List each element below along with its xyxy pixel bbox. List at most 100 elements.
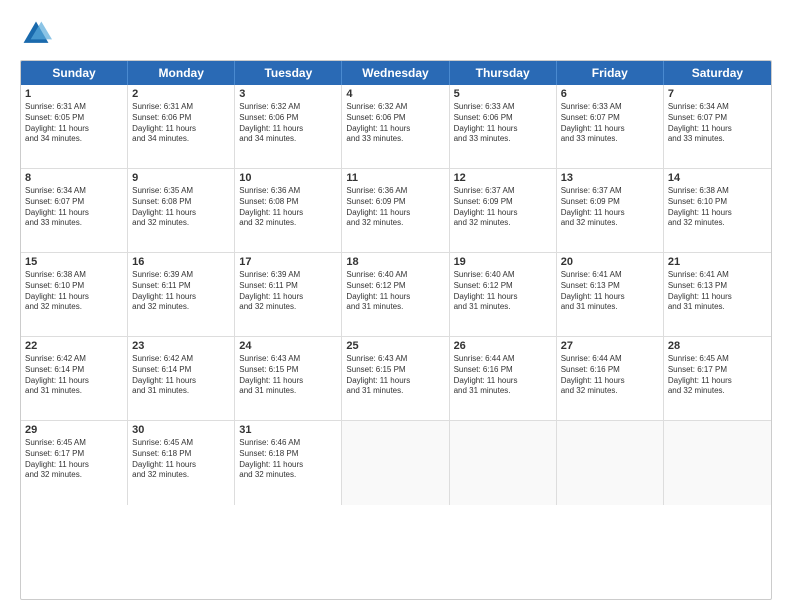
logo-icon (20, 18, 52, 50)
day-cell-13: 13Sunrise: 6:37 AMSunset: 6:09 PMDayligh… (557, 169, 664, 252)
day-number: 28 (668, 340, 767, 352)
day-number: 18 (346, 256, 444, 268)
day-info: Sunrise: 6:42 AMSunset: 6:14 PMDaylight:… (132, 354, 230, 397)
day-info: Sunrise: 6:39 AMSunset: 6:11 PMDaylight:… (132, 270, 230, 313)
day-info: Sunrise: 6:37 AMSunset: 6:09 PMDaylight:… (454, 186, 552, 229)
weekday-header-thursday: Thursday (450, 61, 557, 85)
day-info: Sunrise: 6:43 AMSunset: 6:15 PMDaylight:… (346, 354, 444, 397)
day-cell-20: 20 Sunrise: 6:41 AMSunset: 6:13 PMDayligh… (557, 253, 664, 336)
day-cell-11: 11Sunrise: 6:36 AMSunset: 6:09 PMDayligh… (342, 169, 449, 252)
day-cell-7: 7 Sunrise: 6:34 AMSunset: 6:07 PMDaylight… (664, 85, 771, 168)
calendar-row-1: 1Sunrise: 6:31 AMSunset: 6:05 PMDaylight… (21, 85, 771, 169)
day-number: 24 (239, 340, 337, 352)
day-info: Sunrise: 6:41 AMSunset: 6:13 PMDaylight:… (561, 270, 659, 313)
day-cell-5: 5 Sunrise: 6:33 AMSunset: 6:06 PMDaylight… (450, 85, 557, 168)
day-cell-17: 17 Sunrise: 6:39 AMSunset: 6:11 PMDayligh… (235, 253, 342, 336)
day-number: 8 (25, 172, 123, 184)
day-info: Sunrise: 6:46 AMSunset: 6:18 PMDaylight:… (239, 438, 337, 481)
day-number: 6 (561, 88, 659, 100)
day-number: 21 (668, 256, 767, 268)
day-info: Sunrise: 6:36 AMSunset: 6:08 PMDaylight:… (239, 186, 337, 229)
day-number: 7 (668, 88, 767, 100)
day-info: Sunrise: 6:32 AMSunset: 6:06 PMDaylight:… (346, 102, 444, 145)
day-info: Sunrise: 6:41 AMSunset: 6:13 PMDaylight:… (668, 270, 767, 313)
day-number: 26 (454, 340, 552, 352)
weekday-header-friday: Friday (557, 61, 664, 85)
empty-cell-4-4 (450, 421, 557, 505)
day-info: Sunrise: 6:34 AMSunset: 6:07 PMDaylight:… (668, 102, 767, 145)
day-cell-2: 2 Sunrise: 6:31 AMSunset: 6:06 PMDaylight… (128, 85, 235, 168)
day-number: 14 (668, 172, 767, 184)
weekday-header-tuesday: Tuesday (235, 61, 342, 85)
day-cell-21: 21 Sunrise: 6:41 AMSunset: 6:13 PMDayligh… (664, 253, 771, 336)
day-info: Sunrise: 6:44 AMSunset: 6:16 PMDaylight:… (454, 354, 552, 397)
day-info: Sunrise: 6:44 AMSunset: 6:16 PMDaylight:… (561, 354, 659, 397)
calendar-row-5: 29Sunrise: 6:45 AMSunset: 6:17 PMDayligh… (21, 421, 771, 505)
day-number: 13 (561, 172, 659, 184)
weekday-header-saturday: Saturday (664, 61, 771, 85)
weekday-header-wednesday: Wednesday (342, 61, 449, 85)
day-cell-26: 26 Sunrise: 6:44 AMSunset: 6:16 PMDayligh… (450, 337, 557, 420)
day-number: 31 (239, 424, 337, 436)
day-number: 9 (132, 172, 230, 184)
day-number: 2 (132, 88, 230, 100)
day-info: Sunrise: 6:33 AMSunset: 6:06 PMDaylight:… (454, 102, 552, 145)
day-cell-19: 19 Sunrise: 6:40 AMSunset: 6:12 PMDayligh… (450, 253, 557, 336)
day-cell-6: 6 Sunrise: 6:33 AMSunset: 6:07 PMDaylight… (557, 85, 664, 168)
day-cell-4: 4 Sunrise: 6:32 AMSunset: 6:06 PMDaylight… (342, 85, 449, 168)
day-number: 27 (561, 340, 659, 352)
calendar-row-3: 15 Sunrise: 6:38 AMSunset: 6:10 PMDayligh… (21, 253, 771, 337)
day-number: 20 (561, 256, 659, 268)
day-info: Sunrise: 6:45 AMSunset: 6:17 PMDaylight:… (668, 354, 767, 397)
day-cell-14: 14Sunrise: 6:38 AMSunset: 6:10 PMDayligh… (664, 169, 771, 252)
day-info: Sunrise: 6:35 AMSunset: 6:08 PMDaylight:… (132, 186, 230, 229)
day-info: Sunrise: 6:33 AMSunset: 6:07 PMDaylight:… (561, 102, 659, 145)
day-cell-29: 29Sunrise: 6:45 AMSunset: 6:17 PMDayligh… (21, 421, 128, 505)
day-number: 19 (454, 256, 552, 268)
day-info: Sunrise: 6:45 AMSunset: 6:17 PMDaylight:… (25, 438, 123, 481)
day-cell-28: 28 Sunrise: 6:45 AMSunset: 6:17 PMDayligh… (664, 337, 771, 420)
day-number: 22 (25, 340, 123, 352)
day-cell-1: 1Sunrise: 6:31 AMSunset: 6:05 PMDaylight… (21, 85, 128, 168)
day-info: Sunrise: 6:32 AMSunset: 6:06 PMDaylight:… (239, 102, 337, 145)
day-info: Sunrise: 6:40 AMSunset: 6:12 PMDaylight:… (346, 270, 444, 313)
day-info: Sunrise: 6:38 AMSunset: 6:10 PMDaylight:… (25, 270, 123, 313)
day-cell-23: 23 Sunrise: 6:42 AMSunset: 6:14 PMDayligh… (128, 337, 235, 420)
day-number: 10 (239, 172, 337, 184)
empty-cell-4-5 (557, 421, 664, 505)
day-number: 17 (239, 256, 337, 268)
day-cell-3: 3 Sunrise: 6:32 AMSunset: 6:06 PMDaylight… (235, 85, 342, 168)
empty-cell-4-3 (342, 421, 449, 505)
day-cell-31: 31 Sunrise: 6:46 AMSunset: 6:18 PMDayligh… (235, 421, 342, 505)
header (20, 18, 772, 50)
day-number: 3 (239, 88, 337, 100)
day-info: Sunrise: 6:39 AMSunset: 6:11 PMDaylight:… (239, 270, 337, 313)
day-cell-10: 10 Sunrise: 6:36 AMSunset: 6:08 PMDayligh… (235, 169, 342, 252)
day-cell-24: 24Sunrise: 6:43 AMSunset: 6:15 PMDayligh… (235, 337, 342, 420)
day-info: Sunrise: 6:31 AMSunset: 6:06 PMDaylight:… (132, 102, 230, 145)
logo (20, 18, 56, 50)
day-number: 23 (132, 340, 230, 352)
calendar-row-4: 22 Sunrise: 6:42 AMSunset: 6:14 PMDayligh… (21, 337, 771, 421)
day-cell-15: 15 Sunrise: 6:38 AMSunset: 6:10 PMDayligh… (21, 253, 128, 336)
day-number: 15 (25, 256, 123, 268)
day-cell-25: 25Sunrise: 6:43 AMSunset: 6:15 PMDayligh… (342, 337, 449, 420)
day-number: 5 (454, 88, 552, 100)
day-info: Sunrise: 6:31 AMSunset: 6:05 PMDaylight:… (25, 102, 123, 145)
empty-cell-4-6 (664, 421, 771, 505)
day-cell-22: 22 Sunrise: 6:42 AMSunset: 6:14 PMDayligh… (21, 337, 128, 420)
day-cell-12: 12 Sunrise: 6:37 AMSunset: 6:09 PMDayligh… (450, 169, 557, 252)
calendar-row-2: 8 Sunrise: 6:34 AMSunset: 6:07 PMDaylight… (21, 169, 771, 253)
day-number: 11 (346, 172, 444, 184)
day-info: Sunrise: 6:42 AMSunset: 6:14 PMDaylight:… (25, 354, 123, 397)
calendar-body: 1Sunrise: 6:31 AMSunset: 6:05 PMDaylight… (21, 85, 771, 505)
day-number: 4 (346, 88, 444, 100)
day-cell-18: 18 Sunrise: 6:40 AMSunset: 6:12 PMDayligh… (342, 253, 449, 336)
day-info: Sunrise: 6:40 AMSunset: 6:12 PMDaylight:… (454, 270, 552, 313)
day-info: Sunrise: 6:34 AMSunset: 6:07 PMDaylight:… (25, 186, 123, 229)
day-cell-16: 16Sunrise: 6:39 AMSunset: 6:11 PMDayligh… (128, 253, 235, 336)
day-number: 12 (454, 172, 552, 184)
day-number: 30 (132, 424, 230, 436)
day-cell-9: 9 Sunrise: 6:35 AMSunset: 6:08 PMDaylight… (128, 169, 235, 252)
calendar: SundayMondayTuesdayWednesdayThursdayFrid… (20, 60, 772, 600)
